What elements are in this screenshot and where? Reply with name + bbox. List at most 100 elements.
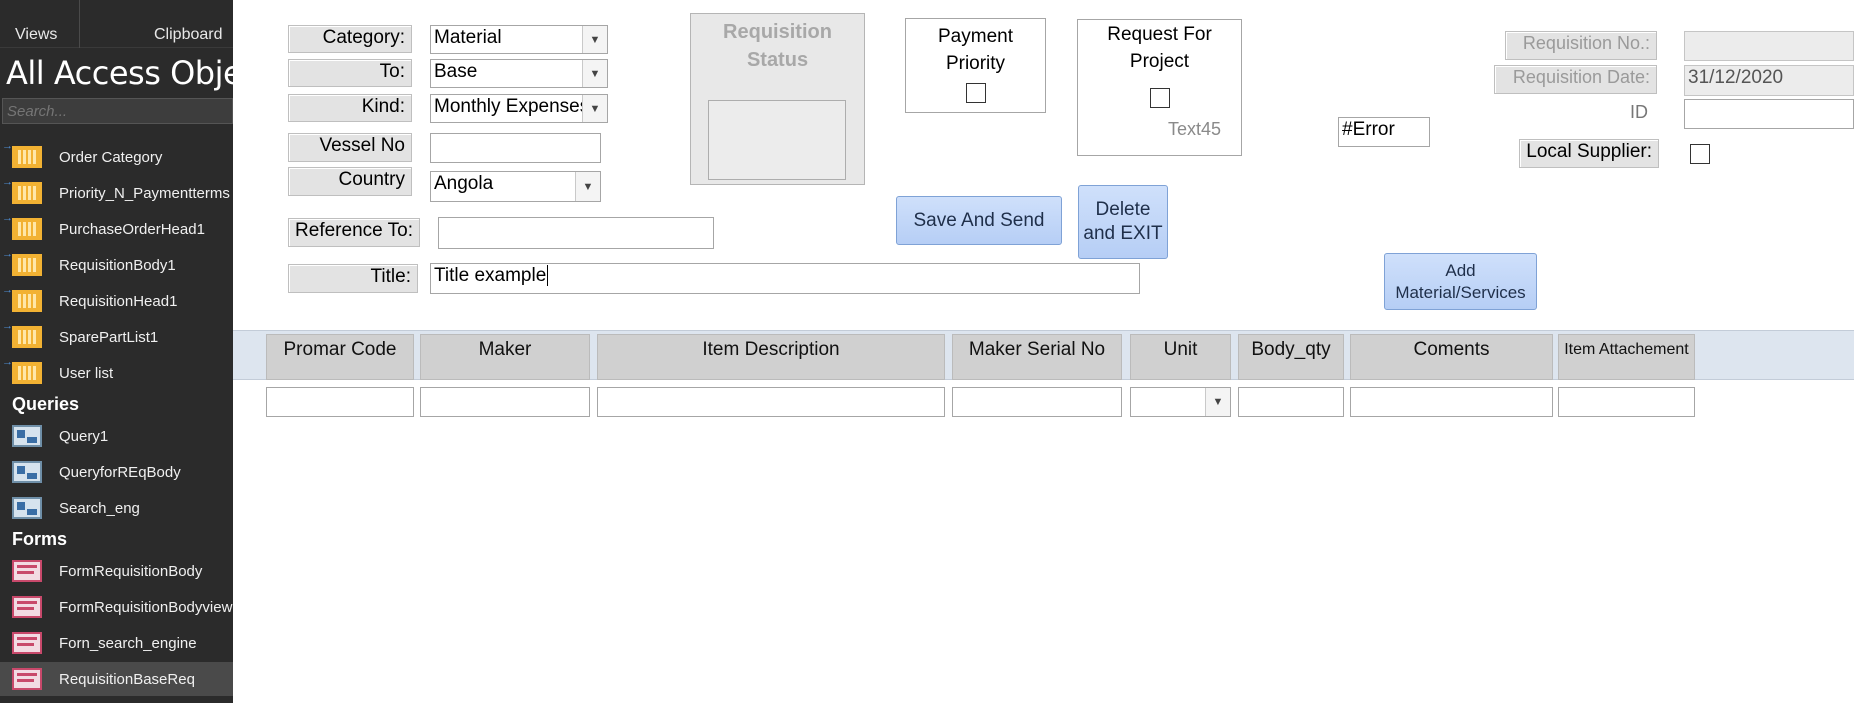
payment-priority-checkbox[interactable]: [966, 83, 986, 103]
query-icon: [12, 425, 42, 447]
ribbon-divider: [79, 0, 80, 48]
nav-item-priority-n-paymentterms[interactable]: Priority_N_Paymentterms: [0, 176, 233, 210]
id-label: ID: [1630, 102, 1648, 122]
cell-item-description[interactable]: [597, 387, 945, 417]
column-header-maker: Maker: [420, 334, 590, 380]
category-label: Category:: [288, 25, 412, 53]
nav-item-user-list[interactable]: User list: [0, 356, 233, 390]
column-header-item-description: Item Description: [597, 334, 945, 380]
nav-item-formrequisitionbodyview[interactable]: FormRequisitionBodyview: [0, 590, 233, 624]
column-header-item-attachement: Item Attachement: [1558, 334, 1695, 380]
payment-priority-label: Payment Priority: [938, 26, 1013, 74]
ribbon-strip: Views Clipboard: [0, 0, 233, 48]
cell-coments[interactable]: [1350, 387, 1553, 417]
nav-item-label: Forn_search_engine: [59, 634, 197, 652]
country-value: Angola: [434, 173, 494, 194]
nav-search-input[interactable]: [2, 98, 233, 124]
table-icon: [2, 248, 42, 276]
column-header-body-qty: Body_qty: [1238, 334, 1344, 380]
nav-item-label: RequisitionHead1: [59, 292, 178, 310]
nav-section-queries[interactable]: Queries: [12, 394, 79, 415]
query-icon: [12, 461, 42, 483]
table-icon: [2, 284, 42, 312]
chevron-down-icon[interactable]: ▼: [1205, 388, 1230, 416]
title-label: Title:: [288, 264, 418, 293]
payment-priority-frame: Payment Priority: [905, 18, 1046, 113]
text45-label: Text45: [1168, 119, 1222, 139]
text-cursor: [547, 265, 549, 286]
nav-item-label: RequisitionBaseReq: [59, 670, 195, 688]
cell-maker-serial-no[interactable]: [952, 387, 1122, 417]
nav-item-label: Order Category: [59, 148, 163, 166]
nav-item-requisitionbody1[interactable]: RequisitionBody1: [0, 248, 233, 282]
nav-item-purchaseorderhead1[interactable]: PurchaseOrderHead1: [0, 212, 233, 246]
local-supplier-checkbox[interactable]: [1690, 144, 1710, 164]
nav-item-queryforreqbody[interactable]: QueryforREqBody: [0, 455, 233, 489]
title-input[interactable]: Title example: [430, 263, 1140, 294]
ribbon-group-views[interactable]: Views: [15, 26, 57, 44]
delete-and-exit-button[interactable]: Delete and EXIT: [1078, 185, 1168, 259]
table-icon: [2, 320, 42, 348]
column-header-coments: Coments: [1350, 334, 1553, 380]
kind-value: Monthly Expenses: [434, 96, 582, 117]
nav-item-requisitionbasereq[interactable]: RequisitionBaseReq: [0, 662, 233, 696]
nav-item-query1[interactable]: Query1: [0, 419, 233, 453]
navigation-pane: Views Clipboard All Access Objects Order…: [0, 0, 233, 703]
cell-body-qty[interactable]: [1238, 387, 1344, 417]
nav-section-forms[interactable]: Forms: [12, 529, 67, 550]
id-field[interactable]: [1684, 99, 1854, 129]
nav-pane-title[interactable]: All Access Objects: [6, 54, 233, 92]
request-for-project-frame: Request For Project Text45: [1077, 19, 1242, 156]
form-icon: [12, 596, 42, 618]
add-material-services-button[interactable]: Add Material/Services: [1384, 253, 1537, 310]
nav-item-forn-search-engine[interactable]: Forn_search_engine: [0, 626, 233, 660]
nav-item-search-eng[interactable]: Search_eng: [0, 491, 233, 525]
nav-item-label: Priority_N_Paymentterms: [59, 184, 230, 202]
column-header-unit: Unit: [1130, 334, 1231, 380]
nav-item-label: QueryforREqBody: [59, 463, 181, 481]
chevron-down-icon[interactable]: ▼: [575, 172, 600, 201]
nav-item-requisitionhead1[interactable]: RequisitionHead1: [0, 284, 233, 318]
requisition-date-field[interactable]: 31/12/2020: [1684, 65, 1854, 96]
nav-item-order-category[interactable]: Order Category: [0, 140, 233, 174]
chevron-down-icon[interactable]: ▼: [582, 95, 607, 122]
nav-item-label: FormRequisitionBody: [59, 562, 203, 580]
vessel-no-label: Vessel No: [288, 133, 412, 162]
requisition-no-field[interactable]: [1684, 31, 1854, 61]
form-icon: [12, 632, 42, 654]
requisition-no-label: Requisition No.:: [1505, 31, 1657, 60]
requisition-status-box[interactable]: [708, 100, 846, 180]
unit-combo[interactable]: ▼: [1130, 387, 1231, 417]
nav-item-label: User list: [59, 364, 114, 382]
country-combo[interactable]: Angola ▼: [430, 171, 601, 202]
chevron-down-icon[interactable]: ▼: [582, 26, 607, 53]
cell-promar-code[interactable]: [266, 387, 414, 417]
error-field[interactable]: #Error: [1338, 117, 1430, 147]
vessel-no-input[interactable]: [430, 133, 601, 163]
nav-item-label: SparePartList1: [59, 328, 159, 346]
nav-item-sparepartlist1[interactable]: SparePartList1: [0, 320, 233, 354]
save-and-send-button[interactable]: Save And Send: [896, 196, 1062, 245]
unit-value: [1131, 388, 1205, 416]
chevron-down-icon[interactable]: ▼: [582, 60, 607, 87]
to-label: To:: [288, 59, 412, 87]
nav-item-label: PurchaseOrderHead1: [59, 220, 205, 238]
cell-item-attachement[interactable]: [1558, 387, 1695, 417]
request-for-project-checkbox[interactable]: [1150, 88, 1170, 108]
request-for-project-label: Request For Project: [1107, 24, 1212, 72]
form-icon: [12, 560, 42, 582]
nav-item-formrequisitionbody[interactable]: FormRequisitionBody: [0, 554, 233, 588]
category-combo[interactable]: Material ▼: [430, 25, 608, 54]
ribbon-group-clipboard[interactable]: Clipboard: [154, 26, 222, 44]
category-value: Material: [434, 27, 502, 48]
kind-combo[interactable]: Monthly Expenses ▼: [430, 94, 608, 123]
column-header-promar-code: Promar Code: [266, 334, 414, 380]
cell-maker[interactable]: [420, 387, 590, 417]
requisition-date-label: Requisition Date:: [1494, 65, 1657, 94]
nav-item-label: Query1: [59, 427, 109, 445]
form-icon: [12, 668, 42, 690]
query-icon: [12, 497, 42, 519]
to-combo[interactable]: Base ▼: [430, 59, 608, 88]
nav-item-label: FormRequisitionBodyview: [59, 598, 233, 616]
reference-to-input[interactable]: [438, 217, 714, 249]
